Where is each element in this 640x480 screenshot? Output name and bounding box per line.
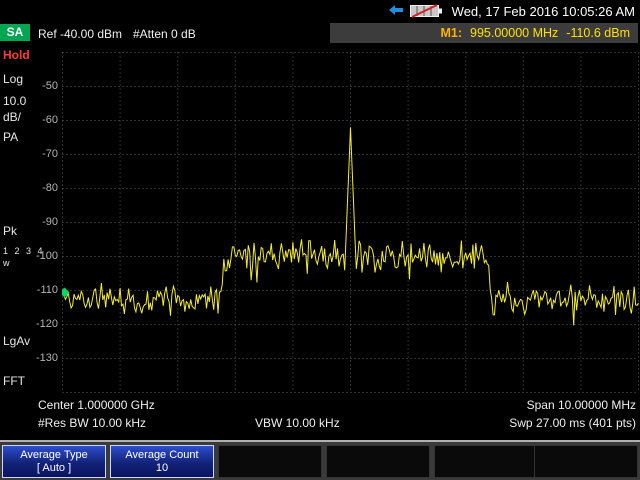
fft-indicator: FFT (3, 374, 25, 388)
y-tick-label: -100 (32, 250, 58, 262)
y-tick-label: -90 (32, 216, 58, 228)
y-tick-label: -70 (32, 148, 58, 160)
trace-state-indicator: w (3, 258, 10, 268)
softkey-average-type[interactable]: Average Type [ Auto ] (2, 445, 106, 478)
preamp-indicator: PA (3, 130, 18, 144)
marker-frequency: 995.00000 MHz (470, 26, 558, 40)
titlebar-icons (388, 3, 444, 19)
softkey-label: Average Count (125, 449, 198, 462)
usb-icon (388, 4, 404, 18)
y-tick-label: -50 (32, 80, 58, 92)
scale-value-indicator: 10.0 (3, 94, 26, 108)
mode-indicator: SA (0, 24, 30, 41)
marker-label: M1: (441, 26, 463, 40)
battery-icon (410, 3, 444, 19)
marker-amplitude: -110.6 dBm (566, 26, 630, 40)
softkey-blank-6[interactable] (534, 445, 638, 478)
rbw-annotation: #Res BW 10.00 kHz (38, 416, 146, 430)
center-frequency-annotation: Center 1.000000 GHz (38, 398, 155, 412)
ref-level-annotation: Ref -40.00 dBm (38, 27, 122, 41)
peak-indicator: Pk (3, 224, 17, 238)
y-tick-label: -80 (32, 182, 58, 194)
y-tick-label: -130 (32, 352, 58, 364)
y-tick-label: -110 (32, 284, 58, 296)
scale-type-indicator: Log (3, 72, 23, 86)
spectrum-plot (62, 52, 640, 394)
softkey-label: Average Type (20, 449, 87, 462)
clock: Wed, 17 Feb 2016 10:05:26 AM (452, 4, 635, 19)
sweep-annotation: Swp 27.00 ms (401 pts) (509, 416, 636, 430)
attenuation-annotation: #Atten 0 dB (133, 27, 196, 41)
marker-readout: M1: 995.00000 MHz -110.6 dBm (330, 23, 638, 43)
sidebar: SA Hold Log 10.0 dB/ PA Pk 1 2 3 4 w LgA… (0, 22, 32, 440)
softkey-value: [ Auto ] (37, 462, 71, 475)
scale-unit-indicator: dB/ (3, 110, 21, 124)
titlebar: Wed, 17 Feb 2016 10:05:26 AM (0, 0, 640, 22)
softkey-blank-3[interactable] (218, 445, 322, 478)
softkey-blank-5[interactable] (434, 445, 538, 478)
softkey-bar: Average Type [ Auto ] Average Count 10 w… (0, 440, 640, 480)
vbw-annotation: VBW 10.00 kHz (255, 416, 340, 430)
span-annotation: Span 10.00000 MHz (527, 398, 636, 412)
average-type-indicator: LgAv (3, 334, 30, 348)
softkey-value: 10 (156, 462, 168, 475)
softkey-average-count[interactable]: Average Count 10 (110, 445, 214, 478)
hold-indicator: Hold (3, 48, 30, 62)
softkey-blank-4[interactable] (326, 445, 430, 478)
y-tick-label: -120 (32, 318, 58, 330)
spectrum-analyzer-screen: Wed, 17 Feb 2016 10:05:26 AM SA Hold Log… (0, 0, 640, 480)
y-tick-label: -60 (32, 114, 58, 126)
